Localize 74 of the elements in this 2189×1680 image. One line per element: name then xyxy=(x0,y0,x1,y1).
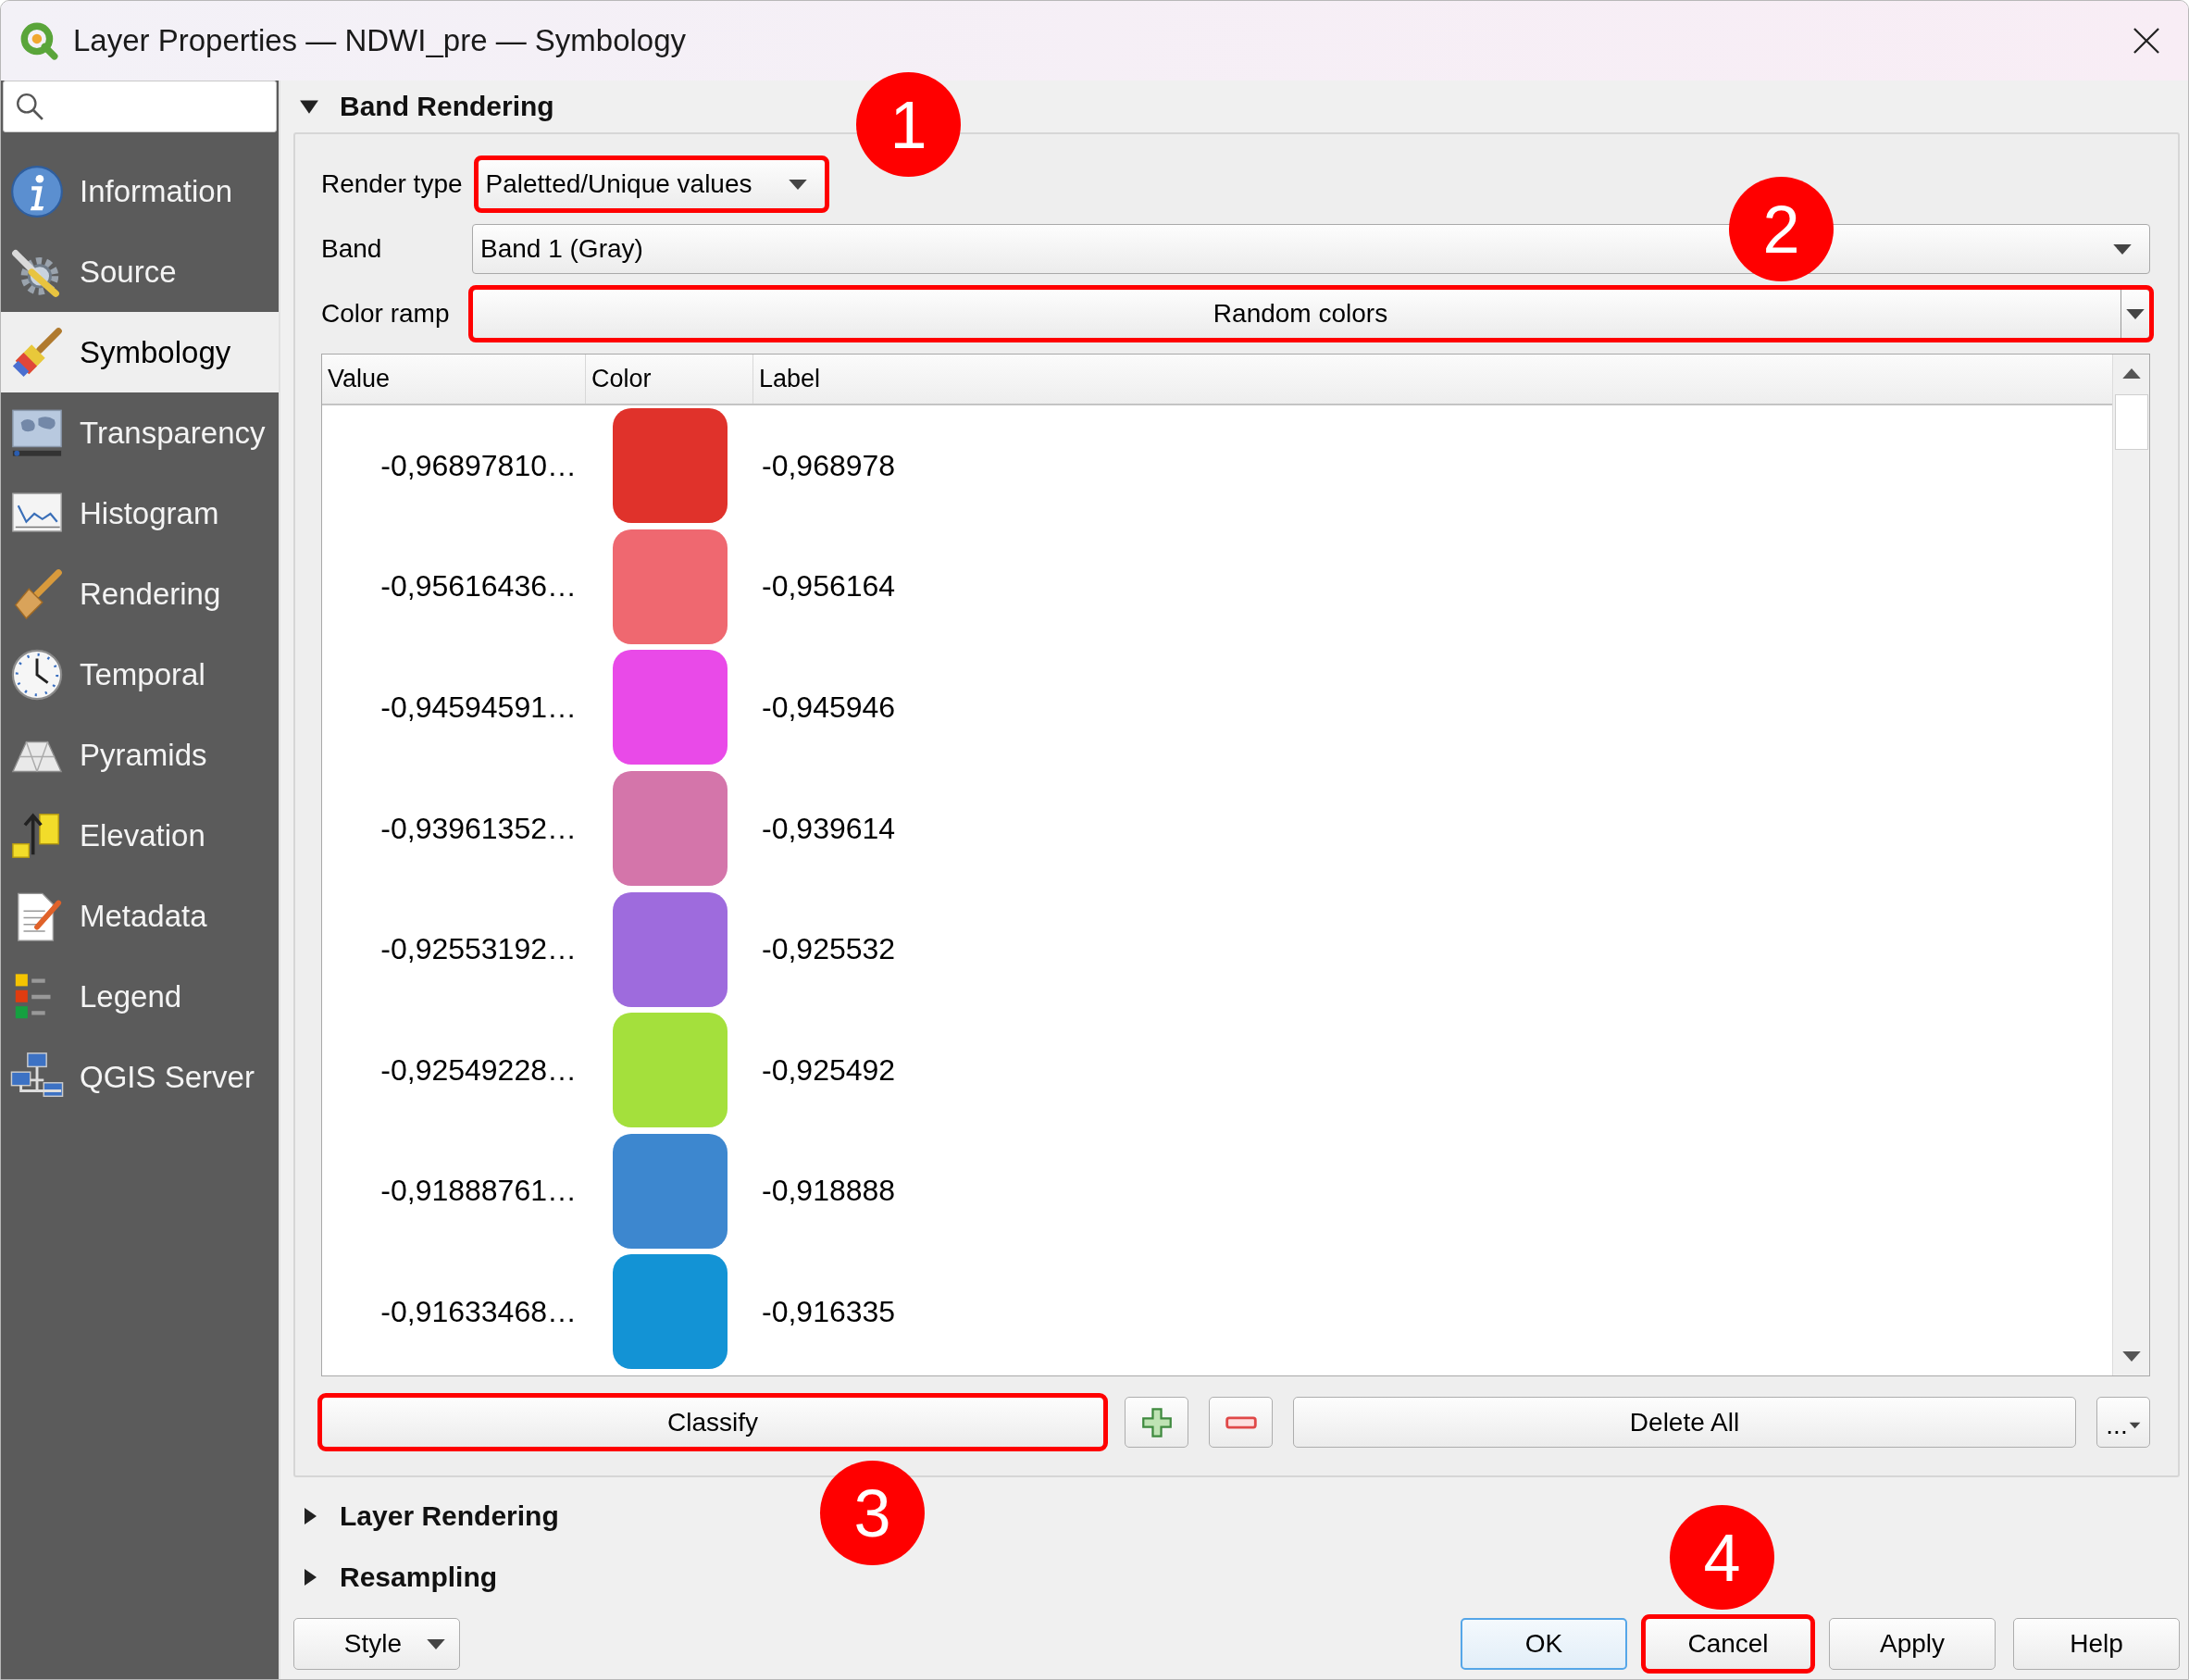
column-header[interactable]: Color xyxy=(586,355,753,404)
info-icon xyxy=(10,164,64,218)
table-cell-text: -0,918888 xyxy=(761,1173,897,1210)
color-swatch-icon[interactable] xyxy=(612,529,728,644)
table-cell-text: -0,939614 xyxy=(761,810,897,847)
table-cell-text: -0,916335 xyxy=(761,1293,897,1330)
sidebar-item[interactable]: Histogram xyxy=(1,473,279,554)
table-cell-text: -0,96897810… xyxy=(379,447,578,484)
color-swatch-icon[interactable] xyxy=(612,1013,728,1128)
search-icon xyxy=(15,92,44,121)
sidebar-item[interactable]: Pyramids xyxy=(1,715,279,795)
table-cell-text: -0,94594591… xyxy=(379,690,578,726)
search-field[interactable] xyxy=(3,81,277,132)
sidebar-item[interactable]: QGIS Server xyxy=(1,1037,279,1117)
scrollbar-thumb[interactable] xyxy=(2114,394,2148,450)
table-cell-text: -0,92553192… xyxy=(379,931,578,968)
table-cell-text: -0,925492 xyxy=(761,1052,897,1089)
paintbrush-icon xyxy=(10,325,64,380)
table-cell-text: -0,956164 xyxy=(761,568,897,605)
table-cell-text: -0,968978 xyxy=(761,447,897,484)
step-marker: 3 xyxy=(820,1461,925,1565)
remove-button[interactable] xyxy=(1209,1397,1273,1448)
clock-icon xyxy=(10,647,64,702)
caret-icon xyxy=(426,1637,446,1650)
sidebar-item[interactable]: Rendering xyxy=(1,554,279,634)
sidebar-item[interactable]: Information xyxy=(1,151,279,231)
table-cell-text: -0,93961352… xyxy=(379,810,578,847)
close-icon xyxy=(2133,28,2159,54)
style-dropdown[interactable]: Style xyxy=(293,1618,460,1670)
table-cell-text: -0,925532 xyxy=(761,931,897,968)
field-label: Band xyxy=(321,234,383,264)
delete-all-button[interactable]: Delete All xyxy=(1293,1397,2076,1448)
sidebar-item[interactable]: Elevation xyxy=(1,795,279,876)
table-cell-text: -0,91633468… xyxy=(379,1293,578,1330)
column-header[interactable]: Value xyxy=(322,355,586,404)
dialog-button[interactable]: Apply xyxy=(1829,1618,1996,1670)
table-cell-text: -0,945946 xyxy=(761,690,897,726)
sidebar-item[interactable]: Source xyxy=(1,231,279,312)
section-header[interactable]: Layer Rendering xyxy=(293,1490,559,1542)
app-logo-icon xyxy=(19,21,58,60)
table-cell-text: -0,92549228… xyxy=(379,1052,578,1089)
caret-icon xyxy=(2112,243,2133,255)
plus-icon xyxy=(1140,1406,1173,1438)
field-label: Color ramp xyxy=(321,299,451,329)
table-cell-text: -0,91888761… xyxy=(379,1173,578,1210)
section-header[interactable]: Band Rendering xyxy=(293,81,554,132)
dialog-button[interactable]: OK xyxy=(1461,1618,1627,1670)
column-header[interactable]: Label xyxy=(753,355,2112,404)
scroll-up-icon[interactable] xyxy=(2121,367,2142,380)
color-swatch-icon[interactable] xyxy=(612,1254,728,1370)
step-marker: 4 xyxy=(1670,1505,1774,1610)
dialog-button[interactable]: Help xyxy=(2013,1618,2180,1670)
window-title: Layer Properties — NDWI_pre — Symbology xyxy=(73,23,687,58)
sidebar-item[interactable]: Metadata xyxy=(1,876,279,956)
color-swatch-icon[interactable] xyxy=(612,1133,728,1249)
section-header[interactable]: Resampling xyxy=(293,1551,498,1603)
color-swatch-icon[interactable] xyxy=(612,891,728,1007)
add-button[interactable] xyxy=(1125,1397,1188,1448)
field-label: Render type xyxy=(321,169,463,199)
caret-icon xyxy=(787,178,808,191)
color-swatch-icon[interactable] xyxy=(612,771,728,887)
caret-icon xyxy=(2125,307,2145,320)
minus-icon xyxy=(1225,1415,1257,1429)
scrollbar[interactable] xyxy=(2112,355,2149,1375)
color-swatch-icon[interactable] xyxy=(612,408,728,524)
sidebar-item[interactable]: Transparency xyxy=(1,392,279,473)
sidebar-item[interactable]: Legend xyxy=(1,956,279,1037)
scroll-down-icon[interactable] xyxy=(2121,1350,2142,1363)
caret-icon xyxy=(2128,1421,2141,1429)
more-menu-button[interactable]: ... xyxy=(2096,1397,2150,1448)
color-swatch-icon[interactable] xyxy=(612,650,728,765)
sidebar-item[interactable]: Symbology xyxy=(1,312,279,392)
sidebar-item[interactable]: Temporal xyxy=(1,634,279,715)
table-cell-text: -0,95616436… xyxy=(379,568,578,605)
